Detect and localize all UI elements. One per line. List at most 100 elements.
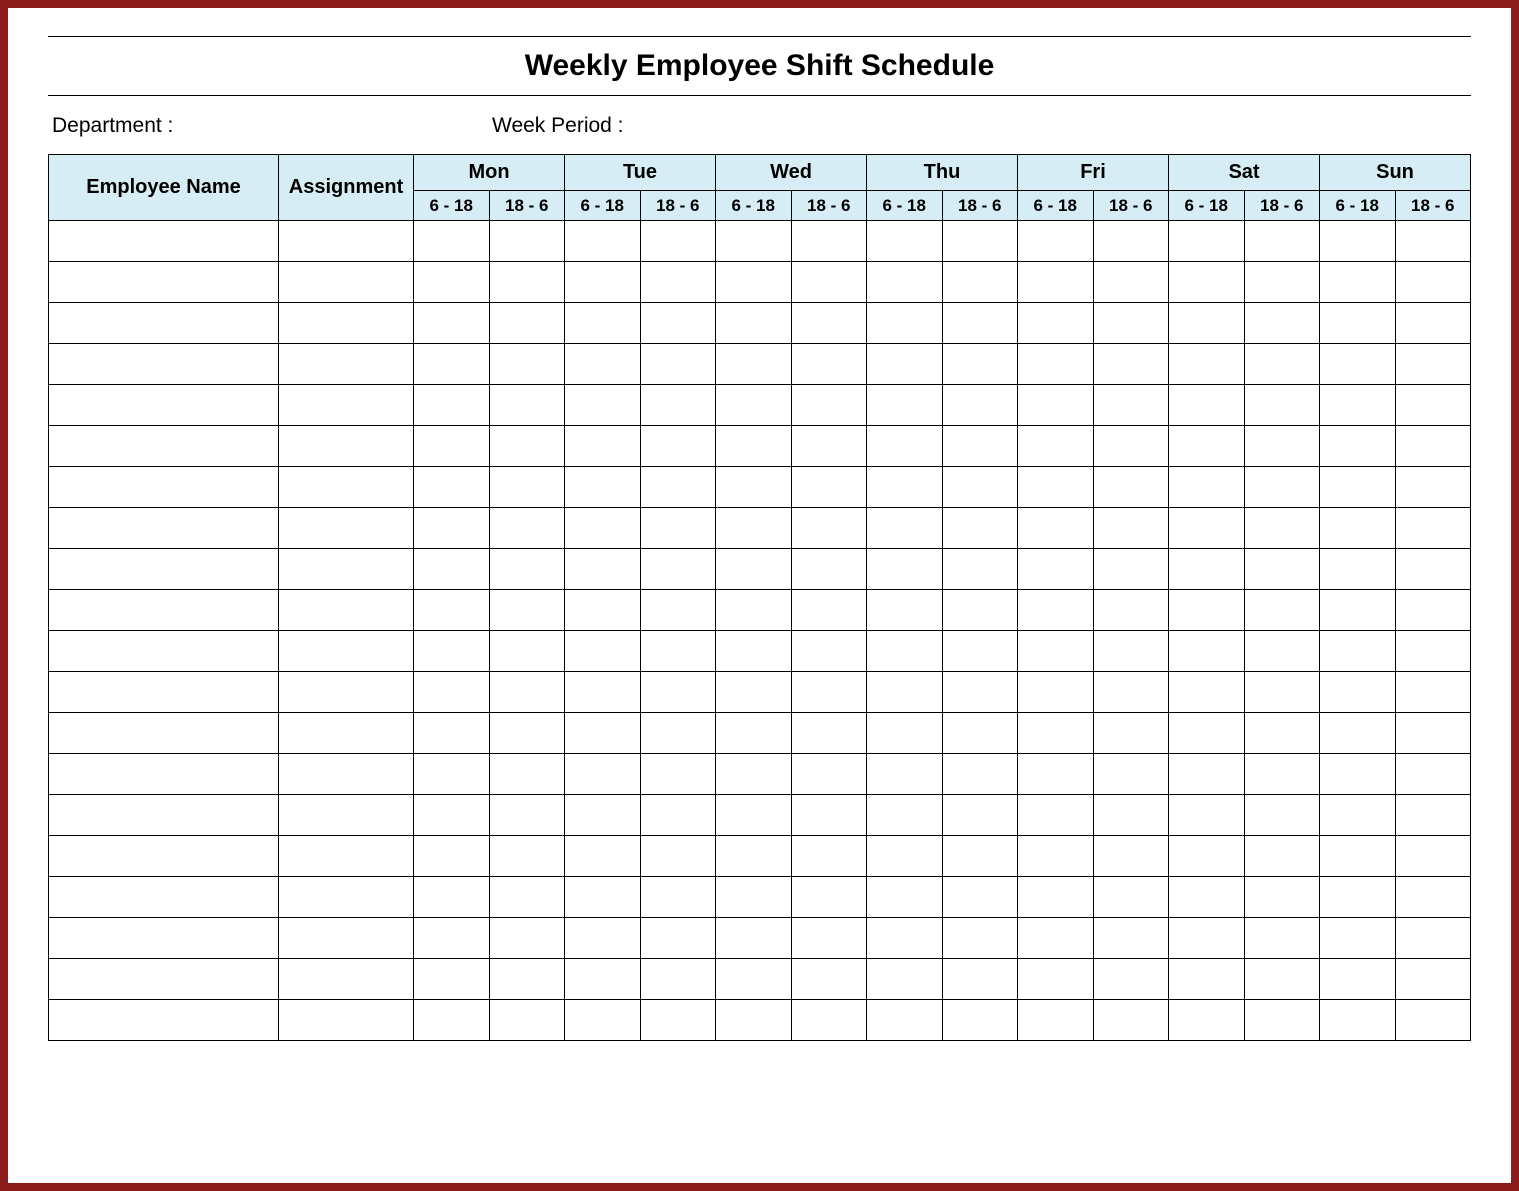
cell-shift[interactable] — [489, 754, 565, 795]
cell-shift[interactable] — [414, 385, 490, 426]
cell-shift[interactable] — [565, 754, 641, 795]
cell-shift[interactable] — [565, 713, 641, 754]
cell-shift[interactable] — [867, 549, 943, 590]
cell-shift[interactable] — [791, 344, 867, 385]
cell-shift[interactable] — [1018, 877, 1094, 918]
cell-shift[interactable] — [716, 754, 792, 795]
cell-shift[interactable] — [942, 385, 1018, 426]
cell-assignment[interactable] — [279, 590, 414, 631]
cell-shift[interactable] — [716, 631, 792, 672]
cell-shift[interactable] — [791, 467, 867, 508]
cell-shift[interactable] — [1244, 959, 1320, 1000]
cell-employee-name[interactable] — [49, 344, 279, 385]
cell-shift[interactable] — [1395, 426, 1471, 467]
cell-shift[interactable] — [1244, 426, 1320, 467]
cell-employee-name[interactable] — [49, 467, 279, 508]
cell-shift[interactable] — [489, 590, 565, 631]
cell-shift[interactable] — [1320, 303, 1396, 344]
cell-shift[interactable] — [1244, 549, 1320, 590]
cell-shift[interactable] — [565, 467, 641, 508]
cell-assignment[interactable] — [279, 631, 414, 672]
cell-shift[interactable] — [942, 303, 1018, 344]
cell-employee-name[interactable] — [49, 836, 279, 877]
cell-shift[interactable] — [716, 959, 792, 1000]
cell-assignment[interactable] — [279, 426, 414, 467]
cell-shift[interactable] — [1244, 385, 1320, 426]
cell-shift[interactable] — [942, 959, 1018, 1000]
cell-shift[interactable] — [716, 262, 792, 303]
cell-shift[interactable] — [1395, 262, 1471, 303]
cell-shift[interactable] — [1395, 221, 1471, 262]
cell-employee-name[interactable] — [49, 426, 279, 467]
cell-shift[interactable] — [1018, 1000, 1094, 1041]
cell-shift[interactable] — [565, 918, 641, 959]
cell-assignment[interactable] — [279, 303, 414, 344]
cell-shift[interactable] — [414, 467, 490, 508]
cell-shift[interactable] — [565, 631, 641, 672]
cell-shift[interactable] — [867, 918, 943, 959]
cell-assignment[interactable] — [279, 344, 414, 385]
cell-shift[interactable] — [1018, 754, 1094, 795]
cell-shift[interactable] — [791, 836, 867, 877]
cell-employee-name[interactable] — [49, 262, 279, 303]
cell-employee-name[interactable] — [49, 672, 279, 713]
cell-employee-name[interactable] — [49, 221, 279, 262]
cell-shift[interactable] — [791, 549, 867, 590]
cell-shift[interactable] — [1018, 549, 1094, 590]
cell-shift[interactable] — [489, 918, 565, 959]
cell-shift[interactable] — [640, 1000, 716, 1041]
cell-shift[interactable] — [640, 385, 716, 426]
cell-shift[interactable] — [489, 467, 565, 508]
cell-shift[interactable] — [1395, 877, 1471, 918]
cell-shift[interactable] — [1320, 918, 1396, 959]
cell-shift[interactable] — [565, 385, 641, 426]
cell-shift[interactable] — [1244, 713, 1320, 754]
cell-shift[interactable] — [489, 303, 565, 344]
cell-shift[interactable] — [716, 1000, 792, 1041]
cell-employee-name[interactable] — [49, 713, 279, 754]
cell-shift[interactable] — [1093, 344, 1169, 385]
cell-shift[interactable] — [867, 877, 943, 918]
cell-shift[interactable] — [867, 426, 943, 467]
cell-shift[interactable] — [640, 467, 716, 508]
cell-shift[interactable] — [1018, 344, 1094, 385]
cell-shift[interactable] — [867, 590, 943, 631]
cell-shift[interactable] — [1244, 795, 1320, 836]
cell-shift[interactable] — [1320, 262, 1396, 303]
cell-shift[interactable] — [716, 672, 792, 713]
cell-shift[interactable] — [1093, 877, 1169, 918]
cell-shift[interactable] — [1093, 795, 1169, 836]
cell-shift[interactable] — [565, 877, 641, 918]
cell-employee-name[interactable] — [49, 549, 279, 590]
cell-shift[interactable] — [942, 221, 1018, 262]
cell-shift[interactable] — [1093, 754, 1169, 795]
cell-shift[interactable] — [867, 467, 943, 508]
cell-assignment[interactable] — [279, 1000, 414, 1041]
cell-assignment[interactable] — [279, 262, 414, 303]
cell-shift[interactable] — [1169, 549, 1245, 590]
cell-shift[interactable] — [565, 262, 641, 303]
cell-shift[interactable] — [1244, 877, 1320, 918]
cell-shift[interactable] — [867, 262, 943, 303]
cell-shift[interactable] — [1244, 303, 1320, 344]
cell-shift[interactable] — [489, 262, 565, 303]
cell-shift[interactable] — [489, 795, 565, 836]
cell-employee-name[interactable] — [49, 385, 279, 426]
cell-shift[interactable] — [1018, 918, 1094, 959]
cell-assignment[interactable] — [279, 467, 414, 508]
cell-employee-name[interactable] — [49, 303, 279, 344]
cell-shift[interactable] — [791, 1000, 867, 1041]
cell-shift[interactable] — [1169, 262, 1245, 303]
cell-shift[interactable] — [1395, 467, 1471, 508]
cell-assignment[interactable] — [279, 672, 414, 713]
cell-shift[interactable] — [565, 590, 641, 631]
cell-shift[interactable] — [640, 344, 716, 385]
cell-shift[interactable] — [716, 344, 792, 385]
cell-shift[interactable] — [640, 836, 716, 877]
cell-shift[interactable] — [1320, 590, 1396, 631]
cell-shift[interactable] — [414, 344, 490, 385]
cell-shift[interactable] — [1169, 672, 1245, 713]
cell-shift[interactable] — [791, 672, 867, 713]
cell-shift[interactable] — [414, 713, 490, 754]
cell-shift[interactable] — [1169, 631, 1245, 672]
